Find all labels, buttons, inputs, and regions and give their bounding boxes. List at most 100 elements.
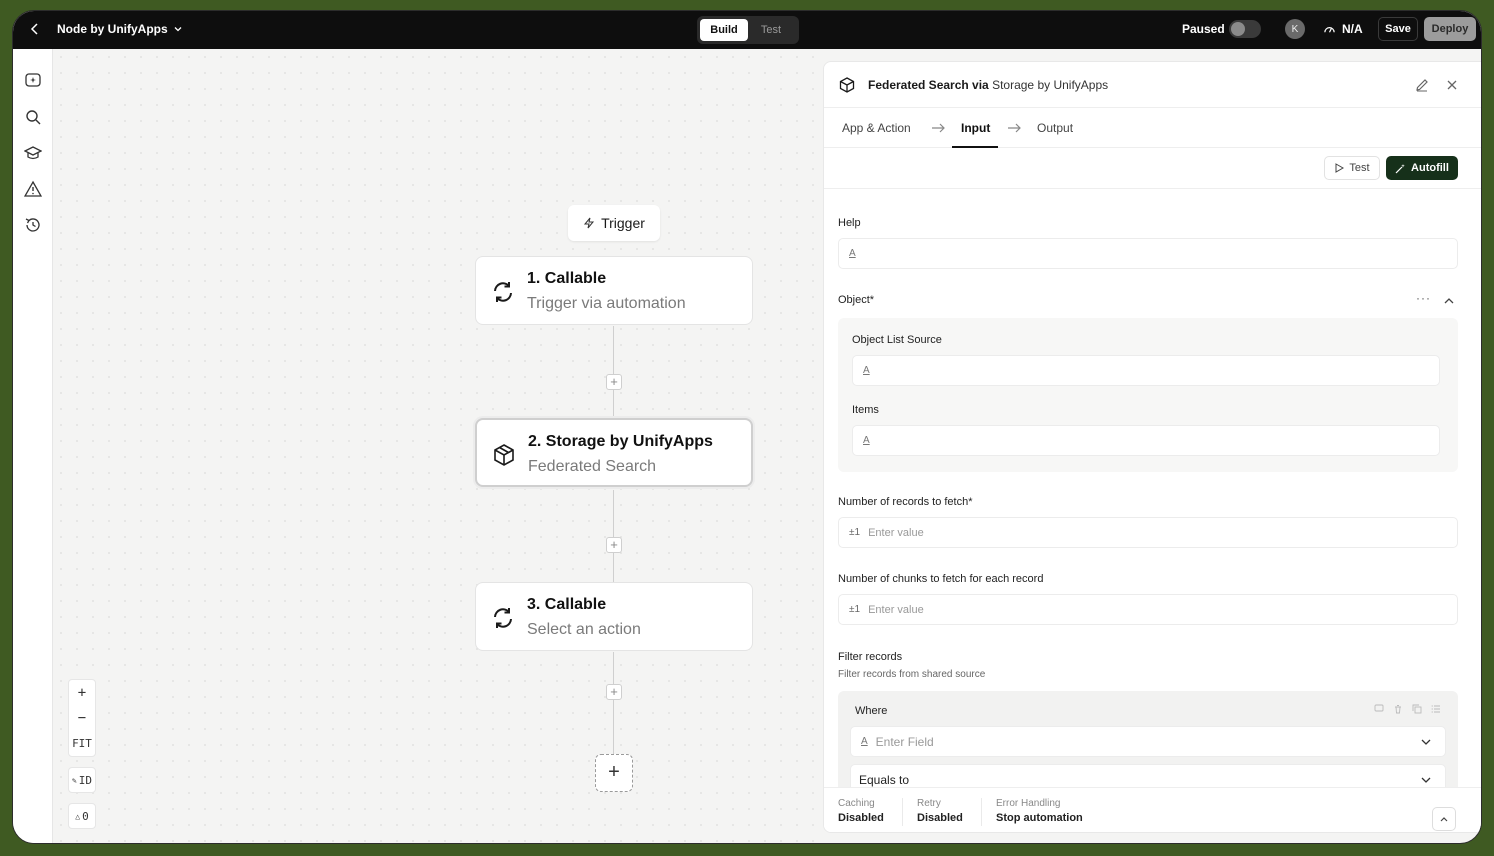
- graduation-cap-icon[interactable]: [24, 144, 42, 162]
- close-icon[interactable]: [1444, 77, 1460, 93]
- mode-switch: Build Test: [697, 16, 799, 44]
- play-icon: [1335, 163, 1345, 173]
- magic-wand-icon: [1395, 163, 1405, 173]
- top-bar: Node by UnifyApps Build Test Paused K N/…: [13, 11, 1481, 49]
- workflow-title-text: Node by UnifyApps: [57, 22, 168, 36]
- id-label: ID: [78, 773, 93, 787]
- box-icon: [839, 77, 855, 93]
- error-handling-setting[interactable]: Error Handling Stop automation: [996, 798, 1083, 824]
- deploy-button[interactable]: Deploy: [1424, 17, 1476, 41]
- tab-input[interactable]: Input: [961, 121, 990, 135]
- chunks-input[interactable]: ±1 Enter value: [838, 594, 1458, 625]
- workflow-node-3[interactable]: 3. Callable Select an action: [475, 582, 753, 651]
- warnings-button[interactable]: △ 0: [68, 803, 96, 829]
- workflow-canvas[interactable]: Trigger 1. Callable Trigger via automati…: [53, 49, 823, 843]
- ai-chat-icon[interactable]: [24, 72, 42, 90]
- filter-label: Filter records: [838, 651, 903, 663]
- operator-value: Equals to: [859, 772, 910, 787]
- records-input[interactable]: ±1 Enter value: [838, 517, 1458, 548]
- retry-setting[interactable]: Retry Disabled: [917, 798, 963, 824]
- test-label: Test: [1349, 162, 1370, 174]
- box-icon: [494, 444, 514, 466]
- toggle-id-button[interactable]: ✎ ID: [68, 767, 96, 793]
- tab-test[interactable]: Test: [748, 19, 794, 41]
- items-input[interactable]: A: [852, 425, 1440, 456]
- avatar[interactable]: K: [1285, 19, 1305, 39]
- add-step-button[interactable]: +: [606, 684, 622, 700]
- left-sidebar: [13, 49, 53, 843]
- save-button[interactable]: Save: [1378, 17, 1418, 41]
- arrow-right-icon: [932, 123, 945, 133]
- workflow-title[interactable]: Node by UnifyApps: [57, 22, 184, 36]
- panel-title-action: Federated Search via: [868, 78, 989, 92]
- comment-icon[interactable]: [1374, 704, 1384, 714]
- chevron-up-icon: [1440, 817, 1448, 822]
- caching-key: Caching: [838, 798, 875, 809]
- history-icon[interactable]: [24, 216, 42, 234]
- chunks-label: Number of chunks to fetch for each recor…: [838, 573, 1044, 585]
- copy-icon[interactable]: [1412, 704, 1422, 714]
- object-list-source-input[interactable]: A: [852, 355, 1440, 386]
- expand-footer-button[interactable]: [1432, 807, 1456, 831]
- records-placeholder: Enter value: [868, 526, 924, 539]
- help-input[interactable]: A: [838, 238, 1458, 269]
- toggle-knob: [1231, 22, 1245, 36]
- autofill-button[interactable]: Autofill: [1386, 156, 1458, 180]
- add-step-button[interactable]: +: [606, 537, 622, 553]
- zoom-out-button[interactable]: −: [78, 705, 86, 730]
- text-type-icon: A: [861, 736, 868, 747]
- trigger-button[interactable]: Trigger: [568, 205, 660, 241]
- panel-header: Federated Search via Storage by UnifyApp…: [824, 62, 1481, 108]
- list-icon[interactable]: [1431, 704, 1441, 714]
- filter-description: Filter records from shared source: [838, 669, 986, 680]
- caching-setting[interactable]: Caching Disabled: [838, 798, 884, 824]
- records-label: Number of records to fetch*: [838, 496, 973, 508]
- node-config-panel: Federated Search via Storage by UnifyApp…: [823, 61, 1481, 833]
- arrow-right-icon: [1008, 123, 1021, 133]
- workflow-node-1[interactable]: 1. Callable Trigger via automation: [475, 256, 753, 325]
- node-title: 1. Callable: [527, 270, 607, 287]
- tab-output[interactable]: Output: [1037, 121, 1073, 135]
- test-button[interactable]: Test: [1324, 156, 1380, 180]
- connector-line: [613, 326, 614, 418]
- retry-key: Retry: [917, 798, 941, 809]
- paused-label: Paused: [1182, 22, 1225, 36]
- status-text: N/A: [1342, 22, 1363, 36]
- error-handling-value: Stop automation: [996, 812, 1083, 824]
- divider: [981, 798, 982, 826]
- add-node-button[interactable]: +: [595, 754, 633, 792]
- panel-footer: Caching Disabled Retry Disabled Error Ha…: [824, 787, 1481, 832]
- chevron-down-icon: [1421, 777, 1431, 783]
- warning-icon[interactable]: [24, 180, 42, 198]
- workflow-node-2[interactable]: 2. Storage by UnifyApps Federated Search: [475, 418, 753, 487]
- back-icon[interactable]: [27, 21, 43, 37]
- chunks-placeholder: Enter value: [868, 603, 924, 616]
- connector-line: [613, 490, 614, 582]
- tab-build[interactable]: Build: [700, 19, 748, 41]
- fit-view-button[interactable]: FIT: [72, 731, 92, 756]
- trash-icon[interactable]: [1393, 704, 1403, 714]
- more-options-icon[interactable]: ···: [1416, 291, 1431, 305]
- panel-title: Federated Search via Storage by UnifyApp…: [868, 78, 1108, 92]
- edit-icon[interactable]: [1414, 77, 1430, 93]
- connector-line: [613, 652, 614, 754]
- tab-app-action[interactable]: App & Action: [842, 121, 911, 135]
- add-step-button[interactable]: +: [606, 374, 622, 390]
- node-subtitle: Trigger via automation: [527, 295, 686, 312]
- zoom-controls: + − FIT: [68, 679, 96, 757]
- filter-field-select[interactable]: A Enter Field: [850, 726, 1446, 757]
- trigger-label: Trigger: [601, 215, 645, 231]
- chevron-up-icon[interactable]: [1442, 294, 1456, 308]
- divider: [902, 798, 903, 826]
- search-icon[interactable]: [24, 108, 42, 126]
- where-label: Where: [855, 705, 888, 717]
- zoom-in-button[interactable]: +: [78, 680, 86, 705]
- gauge-icon: [1324, 26, 1335, 33]
- autofill-label: Autofill: [1411, 162, 1449, 174]
- text-type-icon: A: [863, 435, 870, 446]
- paused-toggle[interactable]: [1229, 20, 1261, 38]
- refresh-icon: [494, 608, 512, 628]
- divider: [824, 188, 1481, 189]
- refresh-icon: [494, 282, 512, 302]
- chevron-down-icon: [1421, 739, 1431, 745]
